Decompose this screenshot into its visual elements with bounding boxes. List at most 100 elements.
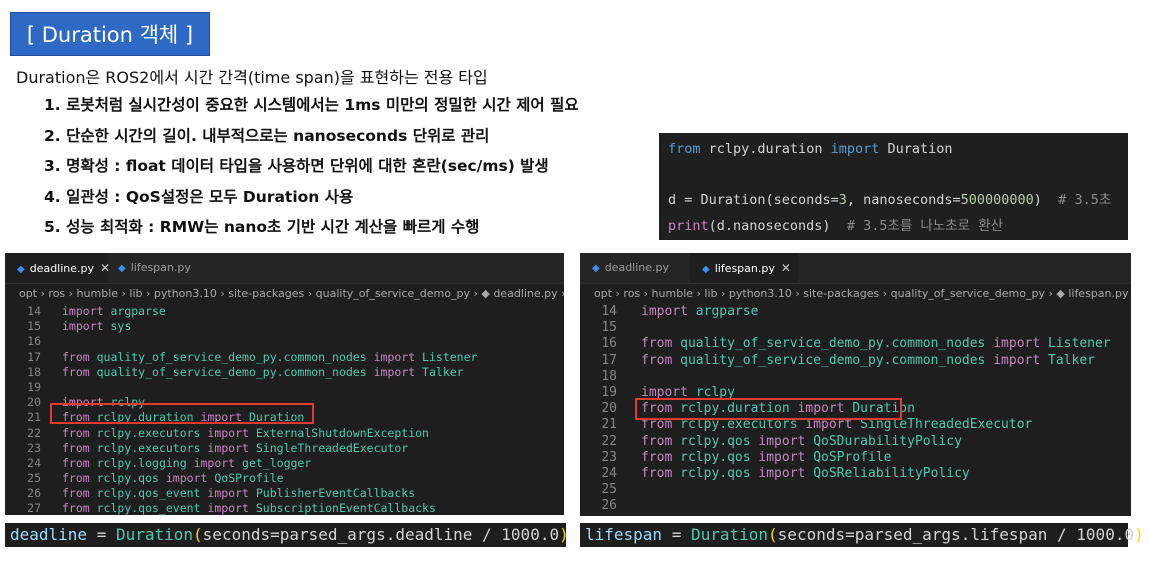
code-line[interactable]: 24 from rclpy.logging import get_logger xyxy=(5,456,564,471)
snippet-line: print(d.nanoseconds) # 3.5초를 나노초로 환산 xyxy=(668,214,1128,240)
key-point: 4. 일관성 : QoS설정은 모두 Duration 사용 xyxy=(44,187,354,206)
line-number: 14 xyxy=(601,304,617,319)
code-line[interactable]: 27 from rclpy.qos_event import Subscripti… xyxy=(5,501,564,515)
keyword: import xyxy=(758,449,806,465)
code-line[interactable]: 15 import sys xyxy=(5,319,564,334)
imported-name: Listener xyxy=(1040,336,1111,352)
highlight-box xyxy=(635,398,902,420)
lifespan-duration-line: lifespan = Duration(seconds=parsed_args.… xyxy=(580,523,1144,547)
keyword: import xyxy=(758,433,806,449)
code-line[interactable]: 19 xyxy=(5,380,564,395)
module-name: rclpy.qos xyxy=(672,433,759,449)
tab-deadline[interactable]: ◆ deadline.py ✕ xyxy=(5,253,110,283)
line-number: 27 xyxy=(27,501,41,515)
code-line[interactable]: 16 xyxy=(5,334,564,349)
code-line[interactable]: 23 from rclpy.executors import SingleThre… xyxy=(5,441,564,456)
keyword: import xyxy=(207,501,249,515)
line-number: 21 xyxy=(601,417,617,433)
duration-code-snippet: from rclpy.duration import Duration d = … xyxy=(659,133,1128,240)
code-line[interactable]: 16 from quality_of_service_demo_py.common… xyxy=(580,336,1131,352)
line-number: 25 xyxy=(601,482,617,498)
code-text: ) xyxy=(1134,525,1144,544)
tab-label: lifespan.py xyxy=(714,262,775,275)
code-text: ) xyxy=(559,525,569,544)
keyword: import xyxy=(207,425,249,440)
keyword: import xyxy=(993,352,1041,368)
code-line[interactable]: 18 xyxy=(580,369,1131,385)
line-number: 18 xyxy=(601,368,617,384)
line-number: 16 xyxy=(601,336,617,352)
imported-name: get_logger xyxy=(235,455,312,470)
keyword: import xyxy=(993,336,1041,352)
code-line[interactable]: 25 from rclpy.qos import QoSProfile xyxy=(5,471,564,486)
code-text: = xyxy=(87,525,116,544)
snippet-line: d = Duration(seconds=3, nanoseconds=5000… xyxy=(668,188,1128,214)
line-number: 22 xyxy=(27,425,41,440)
imported-name: Talker xyxy=(1040,352,1095,368)
key-point: 3. 명확성 : float 데이터 타입을 사용하면 단위에 대한 혼란(se… xyxy=(44,157,549,175)
module-name: rclpy.executors xyxy=(89,440,208,455)
imported-name: argparse xyxy=(687,304,759,319)
keyword: import xyxy=(641,304,688,319)
keyword: import xyxy=(207,486,249,501)
imported-name: argparse xyxy=(103,304,166,318)
slide-title: [ Duration 객체 ] xyxy=(10,12,210,56)
code-text: ( xyxy=(193,525,203,544)
code-line[interactable]: 22 from rclpy.qos import QoSDurabilityPol… xyxy=(580,434,1131,450)
line-number: 25 xyxy=(27,471,41,486)
editor-tab-bar: ◆ deadline.py ✕ ◆ lifespan.py xyxy=(5,253,564,284)
imported-name: QoSReliabilityPolicy xyxy=(805,465,970,481)
keyword: from xyxy=(641,352,673,368)
code-line[interactable]: 26 from rclpy.qos_event import PublisherE… xyxy=(5,486,564,501)
line-number: 17 xyxy=(27,349,41,364)
imported-name: QoSProfile xyxy=(805,449,892,465)
module-name: rclpy.qos_event xyxy=(89,486,208,501)
code-line[interactable]: 18 from quality_of_service_demo_py.common… xyxy=(5,365,564,380)
keyword: import xyxy=(62,304,104,318)
code-text: seconds=parsed_args.lifespan / 1000.0 xyxy=(777,525,1135,544)
close-icon[interactable]: ✕ xyxy=(781,261,791,275)
code-comment: # 3.5초 xyxy=(1041,192,1112,208)
code-line[interactable]: 24 from rclpy.qos import QoSReliabilityPo… xyxy=(580,466,1131,482)
code-line[interactable]: 17 from quality_of_service_demo_py.common… xyxy=(580,353,1131,369)
tab-label: lifespan.py xyxy=(130,261,191,274)
line-number: 19 xyxy=(601,384,617,400)
keyword: import xyxy=(165,471,208,486)
breadcrumb[interactable]: opt › ros › humble › lib › python3.10 › … xyxy=(580,284,1131,304)
keyword: from xyxy=(62,486,90,501)
keyword: import xyxy=(373,349,416,364)
module-name: rclpy.logging xyxy=(89,455,194,470)
code-line[interactable]: 14 import argparse xyxy=(580,304,1131,320)
line-number: 16 xyxy=(27,334,41,349)
code-text: = xyxy=(662,525,691,544)
imported-name: PublisherEventCallbacks xyxy=(248,486,416,501)
code-line[interactable]: 26 xyxy=(580,498,1131,514)
keyword: from xyxy=(62,455,90,470)
number-literal: 3 xyxy=(838,192,847,208)
code-line[interactable]: 15 xyxy=(580,320,1131,336)
code-line[interactable]: 17 from quality_of_service_demo_py.common… xyxy=(5,350,564,365)
line-number: 23 xyxy=(601,449,617,465)
keyword: from xyxy=(641,449,673,465)
snippet-line xyxy=(668,163,1128,189)
code-line[interactable]: 14 import argparse xyxy=(5,304,564,319)
module-name: rclpy.duration xyxy=(708,141,823,157)
keyword: from xyxy=(62,364,90,379)
key-point: 1. 로봇처럼 실시간성이 중요한 시스템에서는 1ms 미만의 정밀한 시간 … xyxy=(44,96,579,114)
keyword: import xyxy=(193,455,236,470)
code-text: seconds=parsed_args.deadline / 1000.0 xyxy=(202,525,560,544)
code-line[interactable]: 23 from rclpy.qos import QoSProfile xyxy=(580,450,1131,466)
code-line[interactable]: 22 from rclpy.executors import ExternalSh… xyxy=(5,426,564,441)
tab-lifespan[interactable]: ◆ lifespan.py xyxy=(108,253,208,283)
line-number: 23 xyxy=(27,440,41,455)
tab-deadline[interactable]: ◆ deadline.py xyxy=(580,253,683,283)
keyword: from xyxy=(62,440,90,455)
tab-lifespan[interactable]: ◆ lifespan.py ✕ xyxy=(690,253,798,283)
imported-name: QoSDurabilityPolicy xyxy=(805,433,962,449)
breadcrumb[interactable]: opt › ros › humble › lib › python3.10 › … xyxy=(5,284,564,304)
keyword: from xyxy=(641,465,673,481)
code-line[interactable]: 25 xyxy=(580,482,1131,498)
python-file-icon: ◆ xyxy=(702,264,710,275)
python-file-icon: ◆ xyxy=(17,264,25,275)
python-file-icon: ◆ xyxy=(592,263,600,274)
